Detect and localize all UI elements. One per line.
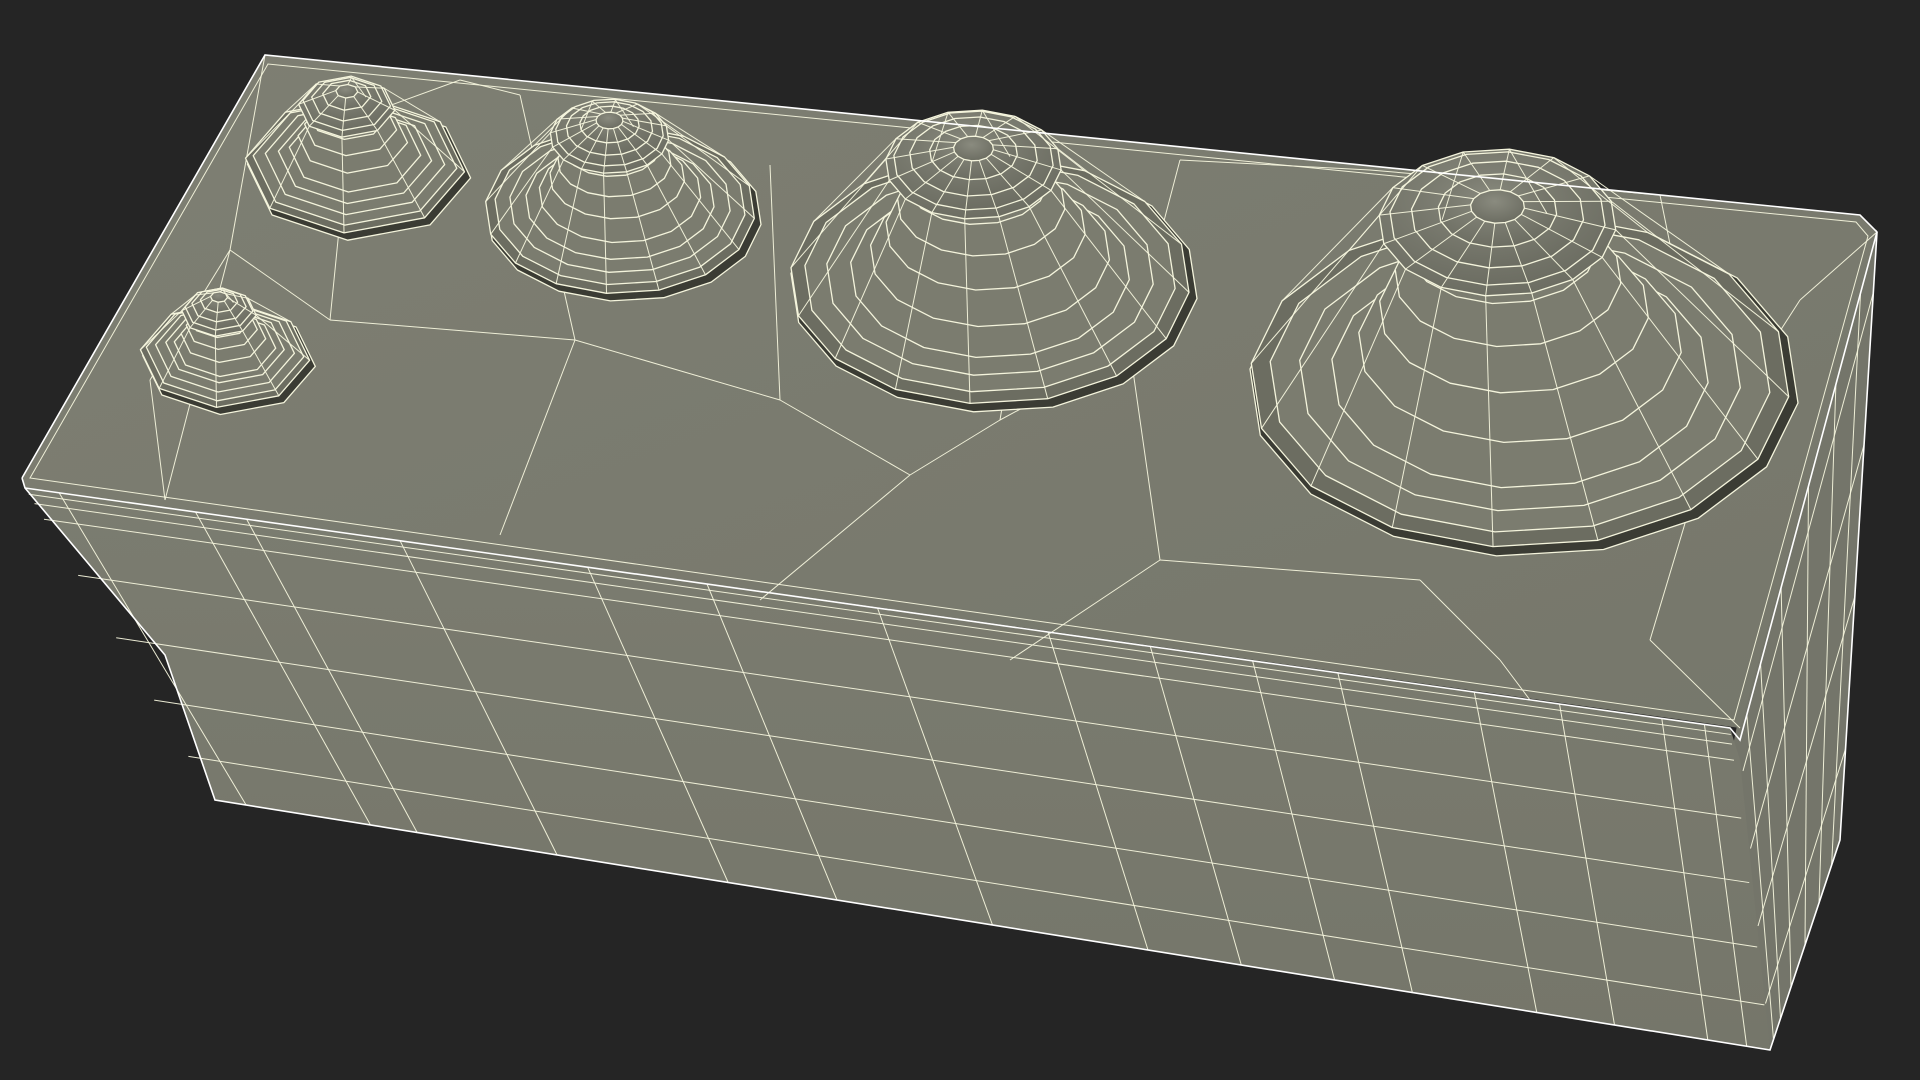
knob-cap-ring <box>335 83 359 99</box>
wireframe-model <box>21 54 1878 1051</box>
3d-viewport <box>0 0 1920 1080</box>
knob-cap-ring <box>952 135 995 162</box>
knob-cap-ring <box>595 111 624 130</box>
knob-cap-ring <box>1469 189 1526 224</box>
